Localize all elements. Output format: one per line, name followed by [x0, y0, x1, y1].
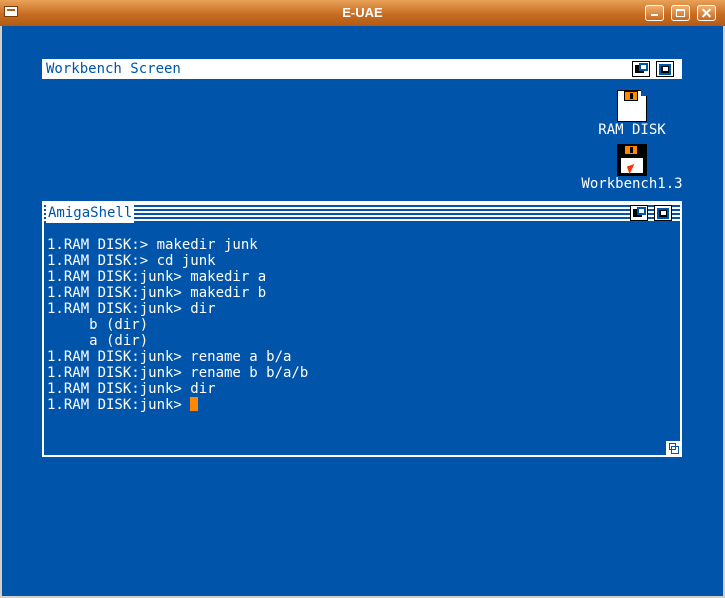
workbench-disk-label: Workbench1.3 [581, 176, 683, 192]
shell-prompt: 1.RAM DISK:junk> [47, 397, 191, 413]
console-line: 1.RAM DISK:junk> dir [47, 381, 216, 397]
emulator-title-bar[interactable]: E-UAE [0, 0, 725, 26]
console-line: 1.RAM DISK:> makedir junk [47, 237, 258, 253]
console-line: 1.RAM DISK:> cd junk [47, 253, 216, 269]
console-line: 1.RAM DISK:junk> makedir b [47, 285, 267, 301]
resize-gadget[interactable] [666, 441, 680, 455]
console-line: b (dir) [47, 317, 149, 333]
shell-title: AmigaShell [46, 203, 135, 223]
minimize-icon [651, 14, 658, 16]
workbench-disk-icon-item[interactable]: Workbench1.3 [580, 144, 684, 192]
ram-disk-label: RAM DISK [598, 122, 666, 138]
console-line: a (dir) [47, 333, 149, 349]
console-line: 1.RAM DISK:junk> makedir a [47, 269, 267, 285]
ram-disk-icon-item[interactable]: RAM DISK [592, 90, 672, 138]
window-title: E-UAE [342, 5, 383, 20]
maximize-icon [676, 9, 685, 17]
current-prompt-line[interactable]: 1.RAM DISK:junk> [47, 397, 674, 413]
close-button[interactable] [697, 5, 716, 21]
workbench-screen-bar[interactable]: Workbench Screen [42, 59, 682, 79]
amiga-screen[interactable]: Workbench Screen RAM DISK Workbench1.3 A… [2, 26, 723, 596]
text-cursor [190, 397, 199, 411]
shell-depth-front-gadget[interactable] [654, 205, 672, 221]
ram-disk-icon [617, 90, 647, 122]
depth-back-gadget[interactable] [632, 61, 650, 77]
console-line: 1.RAM DISK:junk> rename a b/a [47, 349, 292, 365]
floppy-disk-icon [617, 144, 647, 176]
minimize-button[interactable] [645, 5, 664, 21]
shell-depth-back-gadget[interactable] [630, 205, 648, 221]
depth-front-gadget[interactable] [656, 61, 674, 77]
amigashell-window[interactable]: AmigaShell 1.RAM DISK:> makedir junk 1.RA… [42, 201, 682, 457]
shell-console[interactable]: 1.RAM DISK:> makedir junk 1.RAM DISK:> cd… [47, 237, 674, 413]
shell-title-bar[interactable]: AmigaShell [44, 203, 680, 223]
maximize-button[interactable] [671, 5, 690, 21]
workbench-screen-title: Workbench Screen [46, 61, 181, 77]
console-line: 1.RAM DISK:junk> rename b b/a/b [47, 365, 309, 381]
console-line: 1.RAM DISK:junk> dir [47, 301, 216, 317]
